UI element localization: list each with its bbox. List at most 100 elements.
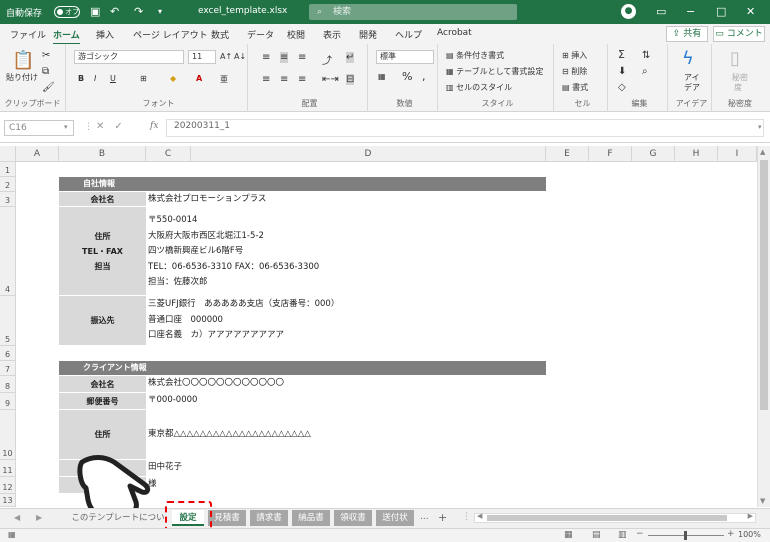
- undo-icon[interactable]: ↶: [110, 5, 119, 18]
- align-center-icon[interactable]: ≡: [280, 74, 288, 85]
- align-bottom-icon[interactable]: ≡: [298, 52, 306, 63]
- column-header[interactable]: G: [632, 146, 675, 162]
- font-color-icon[interactable]: A: [196, 74, 202, 83]
- column-header[interactable]: C: [146, 146, 191, 162]
- scroll-down-icon[interactable]: ▼: [760, 497, 765, 505]
- insert-cells-button[interactable]: ⊞ 挿入: [562, 50, 587, 61]
- formula-input[interactable]: [166, 119, 764, 137]
- tab-review[interactable]: 校閲: [287, 28, 305, 41]
- search-box[interactable]: ⌕ 検索: [309, 4, 517, 20]
- row-header[interactable]: 10: [0, 410, 16, 460]
- row-header[interactable]: 12: [0, 477, 16, 494]
- insert-function-button[interactable]: fx: [150, 121, 158, 131]
- row-header[interactable]: 13: [0, 494, 16, 507]
- indent-icon[interactable]: ⇤⇥: [322, 74, 339, 85]
- sheet-tab-estimate[interactable]: 見積書: [208, 510, 246, 526]
- select-all-corner[interactable]: [0, 146, 16, 162]
- comma-button[interactable]: ,: [422, 70, 426, 83]
- row-header[interactable]: 9: [0, 393, 16, 410]
- expand-formula-icon[interactable]: ▾: [758, 123, 762, 131]
- copy-icon[interactable]: ⧉: [42, 66, 49, 77]
- company-name-value[interactable]: 株式会社プロモーションプラス: [148, 192, 266, 208]
- minimize-icon[interactable]: −: [686, 5, 695, 18]
- underline-button[interactable]: U: [110, 74, 116, 83]
- more-sheets-button[interactable]: ...: [420, 512, 429, 522]
- align-top-icon[interactable]: ≡: [262, 52, 270, 63]
- currency-icon[interactable]: ▦: [378, 72, 386, 81]
- client-address-value[interactable]: 東京都△△△△△△△△△△△△△△△△△△△△△: [148, 427, 311, 443]
- address-block[interactable]: 〒550-0014 大阪府大阪市西区北堀江1-5-2 四ツ橋新興産ビル6階F号 …: [148, 213, 319, 291]
- zoom-level[interactable]: 100%: [738, 530, 761, 539]
- tab-help[interactable]: ヘルプ: [395, 28, 422, 41]
- wrap-text-icon[interactable]: ↵: [346, 52, 355, 63]
- column-header[interactable]: D: [191, 146, 546, 162]
- zoom-out-button[interactable]: −: [636, 529, 644, 539]
- page-break-view-icon[interactable]: ▥: [618, 530, 627, 540]
- format-cells-button[interactable]: ▤ 書式: [562, 82, 588, 93]
- zip-value[interactable]: 〒000-0000: [148, 393, 197, 409]
- customize-chevron-icon[interactable]: ▾: [158, 7, 162, 16]
- company-name-label[interactable]: 会社名: [59, 192, 146, 207]
- close-icon[interactable]: ✕: [746, 5, 755, 18]
- tab-view[interactable]: 表示: [323, 28, 341, 41]
- column-header[interactable]: E: [546, 146, 589, 162]
- sheet-tab-delivery[interactable]: 納品書: [292, 510, 330, 526]
- prev-sheet-button[interactable]: ◀: [14, 513, 20, 522]
- shrink-font-icon[interactable]: A↓: [234, 52, 246, 61]
- tab-acrobat[interactable]: Acrobat: [437, 28, 472, 38]
- row-header[interactable]: 5: [0, 296, 16, 346]
- row-header[interactable]: 2: [0, 177, 16, 192]
- comment-button[interactable]: ▭ コメント: [713, 26, 765, 42]
- accessibility-icon[interactable]: ▦: [8, 530, 16, 539]
- row-header[interactable]: 3: [0, 192, 16, 207]
- client-company-label[interactable]: 会社名: [59, 376, 146, 393]
- client-company-value[interactable]: 株式会社〇〇〇〇〇〇〇〇〇〇〇〇: [148, 376, 284, 392]
- row-header[interactable]: 4: [0, 207, 16, 296]
- border-icon[interactable]: ⊞: [140, 74, 147, 83]
- column-header[interactable]: H: [675, 146, 718, 162]
- tab-home[interactable]: ホーム: [53, 28, 80, 45]
- add-sheet-button[interactable]: +: [438, 511, 447, 524]
- vertical-scrollbar[interactable]: ▲ ▼: [757, 146, 770, 507]
- cancel-entry-icon[interactable]: ✕: [96, 121, 114, 132]
- autosum-icon[interactable]: Σ: [618, 48, 625, 61]
- maximize-icon[interactable]: □: [716, 5, 726, 18]
- column-header[interactable]: B: [59, 146, 146, 162]
- confirm-entry-icon[interactable]: ✓: [114, 121, 132, 132]
- tab-insert[interactable]: 挿入: [96, 28, 114, 41]
- horizontal-scrollbar[interactable]: ◀ ▶: [474, 512, 756, 523]
- page-layout-view-icon[interactable]: ▤: [592, 530, 601, 540]
- sensitivity-icon[interactable]: ▯: [730, 48, 740, 69]
- cut-icon[interactable]: ✂: [42, 50, 50, 61]
- cell-styles-button[interactable]: ▥ セルのスタイル: [446, 82, 512, 93]
- save-icon[interactable]: ▣: [90, 5, 100, 18]
- bank-block[interactable]: 三菱UFJ銀行 あああああ支店（支店番号：000） 普通口座 000000 口座…: [148, 297, 339, 344]
- ribbon-display-icon[interactable]: ▭: [656, 5, 666, 18]
- scroll-left-icon[interactable]: ◀: [477, 512, 482, 520]
- tab-page-layout[interactable]: ページ レイアウト: [133, 28, 208, 41]
- company-section-header[interactable]: 自社情報: [59, 177, 546, 191]
- ideas-label-line2[interactable]: デア: [684, 82, 700, 93]
- autosave-toggle[interactable]: オフ: [54, 6, 80, 18]
- sheet-tab-invoice[interactable]: 請求書: [250, 510, 288, 526]
- grow-font-icon[interactable]: A↑: [220, 52, 232, 61]
- tab-data[interactable]: データ: [247, 28, 274, 41]
- tab-developer[interactable]: 開発: [359, 28, 377, 41]
- redo-icon[interactable]: ↷: [134, 5, 143, 18]
- horizontal-scroll-thumb[interactable]: [487, 515, 727, 521]
- tab-split-handle-icon[interactable]: ⋮: [462, 512, 471, 522]
- next-sheet-button[interactable]: ▶: [36, 513, 42, 522]
- sheet-tab-receipt[interactable]: 領収書: [334, 510, 372, 526]
- bold-button[interactable]: B: [78, 74, 84, 83]
- font-size-combo[interactable]: 11: [188, 50, 216, 64]
- orientation-icon[interactable]: ⤴: [322, 52, 332, 67]
- scroll-up-icon[interactable]: ▲: [760, 148, 765, 156]
- fill-color-icon[interactable]: ◆: [170, 74, 176, 83]
- zoom-slider-thumb[interactable]: [684, 531, 687, 540]
- italic-button[interactable]: I: [94, 74, 96, 83]
- row-header[interactable]: 7: [0, 361, 16, 376]
- column-header[interactable]: A: [16, 146, 59, 162]
- paste-label[interactable]: 貼り付け: [6, 72, 38, 83]
- format-as-table-button[interactable]: ▦ テーブルとして書式設定: [446, 66, 543, 77]
- scroll-right-icon[interactable]: ▶: [748, 512, 753, 520]
